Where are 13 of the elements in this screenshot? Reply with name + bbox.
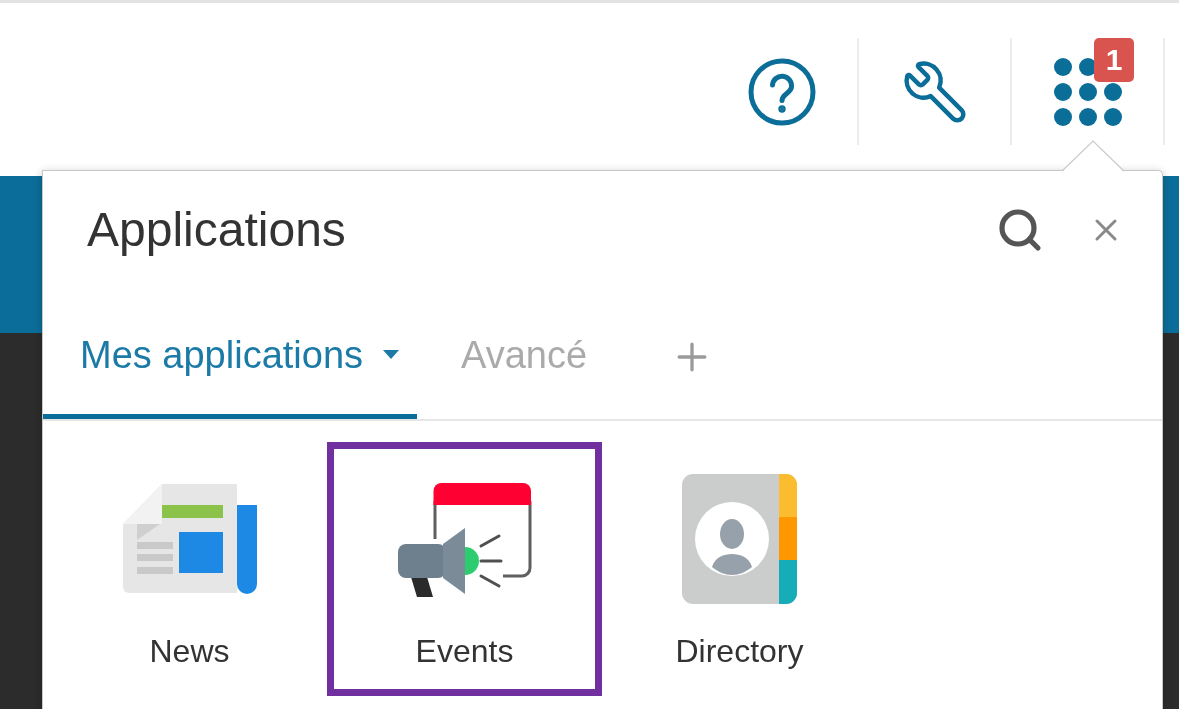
newspaper-icon <box>121 482 258 596</box>
app-tile[interactable]: Events <box>327 442 602 696</box>
search-icon <box>996 206 1044 254</box>
notification-badge: 1 <box>1094 38 1134 82</box>
app-tile[interactable]: News <box>52 442 327 696</box>
help-icon <box>747 57 816 126</box>
tab[interactable]: Mes applications <box>43 289 418 419</box>
megaphone-calendar-icon <box>396 480 533 598</box>
panel-title: Applications <box>87 202 346 258</box>
search-button[interactable] <box>996 206 1044 254</box>
app-tile[interactable]: Directory <box>602 442 877 696</box>
address-book-icon <box>682 474 797 604</box>
apps-button[interactable]: 1 <box>1012 38 1165 145</box>
